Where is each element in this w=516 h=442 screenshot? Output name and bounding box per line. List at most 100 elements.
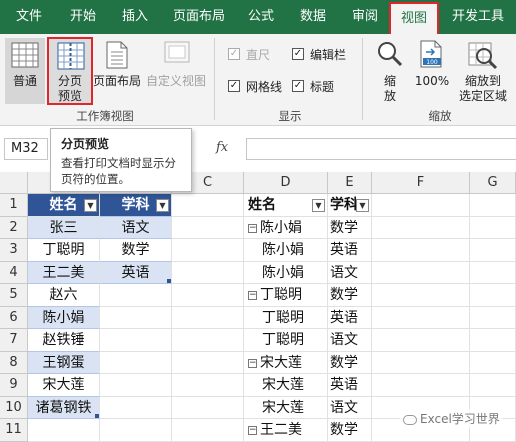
grid-cell[interactable] <box>100 374 172 397</box>
page-layout-view-button[interactable]: 页面布局 <box>93 38 141 104</box>
row-header[interactable]: 6 <box>0 306 28 329</box>
grid-cell[interactable] <box>372 329 470 352</box>
column-header[interactable]: D <box>244 172 328 194</box>
row-header[interactable]: 5 <box>0 284 28 307</box>
row-header[interactable]: 1 <box>0 194 28 217</box>
grid-cell[interactable]: 宋大莲 <box>244 374 328 397</box>
row-header[interactable]: 4 <box>0 261 28 284</box>
grid-cell[interactable] <box>470 284 516 307</box>
grid-cell[interactable] <box>172 306 244 329</box>
headings-checkbox[interactable]: ✓ <box>292 80 304 92</box>
row-header[interactable]: 10 <box>0 396 28 419</box>
grid-cell[interactable] <box>470 216 516 239</box>
grid-cell[interactable] <box>172 419 244 442</box>
gridlines-checkbox[interactable]: ✓ <box>228 80 240 92</box>
grid-cell[interactable] <box>470 351 516 374</box>
ruler-checkbox[interactable]: ✓ <box>228 48 240 60</box>
row-header[interactable]: 9 <box>0 374 28 397</box>
grid-cell[interactable]: 陈小娟 <box>244 239 328 262</box>
grid-cell[interactable] <box>172 216 244 239</box>
grid-cell[interactable] <box>470 329 516 352</box>
tab-formulas[interactable]: 公式 <box>240 0 282 34</box>
row-header[interactable]: 2 <box>0 216 28 239</box>
grid-cell[interactable]: 王钢蛋 <box>28 351 100 374</box>
grid-cell[interactable]: 数学 <box>100 239 172 262</box>
grid-cell[interactable]: 赵六 <box>28 284 100 307</box>
zoom-100-button[interactable]: 100 100% <box>412 38 452 104</box>
grid-cell[interactable]: 诸葛钢铁 <box>28 396 100 419</box>
select-all-corner[interactable] <box>0 172 28 194</box>
zoom-to-selection-button[interactable]: 缩放到 选定区域 <box>454 38 512 104</box>
grid-cell[interactable] <box>100 351 172 374</box>
grid-cell[interactable] <box>372 374 470 397</box>
grid-cell[interactable] <box>28 419 100 442</box>
grid-cell[interactable]: 语文 <box>100 216 172 239</box>
insert-function-button[interactable]: fx <box>216 140 228 155</box>
collapse-icon[interactable]: − <box>248 291 257 300</box>
grid-cell[interactable]: 宋大莲 <box>28 374 100 397</box>
grid-cell[interactable]: 语文 <box>328 396 372 419</box>
table-resize-handle[interactable] <box>167 279 171 283</box>
grid-cell[interactable]: 赵铁锤 <box>28 329 100 352</box>
tab-data[interactable]: 数据 <box>292 0 334 34</box>
normal-view-button[interactable]: 普通 <box>5 38 45 104</box>
grid-cell[interactable]: 语文 <box>328 261 372 284</box>
grid-cell[interactable]: 陈小娟 <box>28 306 100 329</box>
grid-cell[interactable] <box>372 261 470 284</box>
grid-cell[interactable] <box>372 284 470 307</box>
tab-view[interactable]: 视图 <box>389 2 439 34</box>
collapse-icon[interactable]: − <box>248 358 257 368</box>
page-break-preview-button[interactable]: 分页 预览 <box>47 37 93 105</box>
grid-cell[interactable]: 数学 <box>328 284 372 307</box>
row-header[interactable]: 3 <box>0 239 28 262</box>
grid-cell[interactable]: 英语 <box>100 261 172 284</box>
grid-cell[interactable]: 王二美 <box>28 261 100 284</box>
column-header[interactable]: E <box>328 172 372 194</box>
formula-bar-checkbox[interactable]: ✓ <box>292 48 304 60</box>
grid-cell[interactable]: 丁聪明 <box>28 239 100 262</box>
collapse-icon[interactable]: − <box>248 223 257 233</box>
grid-cell[interactable] <box>100 306 172 329</box>
grid-cell[interactable] <box>470 261 516 284</box>
filter-dropdown-button[interactable]: ▼ <box>156 199 169 212</box>
tab-developer[interactable]: 开发工具 <box>446 0 510 34</box>
grid-cell[interactable] <box>372 194 470 217</box>
grid-cell[interactable] <box>372 351 470 374</box>
filter-dropdown-button[interactable]: ▼ <box>312 199 325 212</box>
name-box[interactable]: M32 <box>4 138 48 160</box>
grid-cell[interactable] <box>372 239 470 262</box>
grid-cell[interactable]: 数学 <box>328 419 372 442</box>
grid-cell[interactable] <box>100 419 172 442</box>
grid-cell[interactable] <box>470 194 516 217</box>
grid-cell[interactable] <box>100 329 172 352</box>
grid-cell[interactable] <box>372 216 470 239</box>
row-header[interactable]: 7 <box>0 329 28 352</box>
tab-file[interactable]: 文件 <box>8 0 50 34</box>
formula-input[interactable] <box>246 138 516 160</box>
grid-cell[interactable] <box>172 239 244 262</box>
grid-cell[interactable] <box>470 306 516 329</box>
tab-review[interactable]: 审阅 <box>344 0 386 34</box>
filter-dropdown-button[interactable]: ▼ <box>356 199 369 212</box>
grid-cell[interactable] <box>172 261 244 284</box>
grid-cell[interactable]: 数学 <box>328 351 372 374</box>
filter-dropdown-button[interactable]: ▼ <box>84 199 97 212</box>
grid-cell[interactable]: 语文 <box>328 329 372 352</box>
grid-cell[interactable]: 宋大莲 <box>244 396 328 419</box>
row-header[interactable]: 8 <box>0 351 28 374</box>
row-header[interactable]: 11 <box>0 419 28 442</box>
grid-cell[interactable] <box>470 374 516 397</box>
grid-cell[interactable]: 英语 <box>328 374 372 397</box>
grid-cell[interactable] <box>172 329 244 352</box>
grid-cell[interactable]: 丁聪明 <box>244 329 328 352</box>
grid-cell[interactable] <box>100 284 172 307</box>
column-header[interactable]: F <box>372 172 470 194</box>
zoom-button[interactable]: 缩 放 <box>370 38 410 104</box>
tab-page-layout[interactable]: 页面布局 <box>168 0 230 34</box>
custom-views-button[interactable]: 自定义视图 <box>144 38 208 104</box>
grid-cell[interactable] <box>172 284 244 307</box>
grid-cell[interactable] <box>172 396 244 419</box>
grid-cell[interactable]: 英语 <box>328 239 372 262</box>
grid-cell[interactable]: 丁聪明 <box>244 306 328 329</box>
tab-insert[interactable]: 插入 <box>114 0 156 34</box>
